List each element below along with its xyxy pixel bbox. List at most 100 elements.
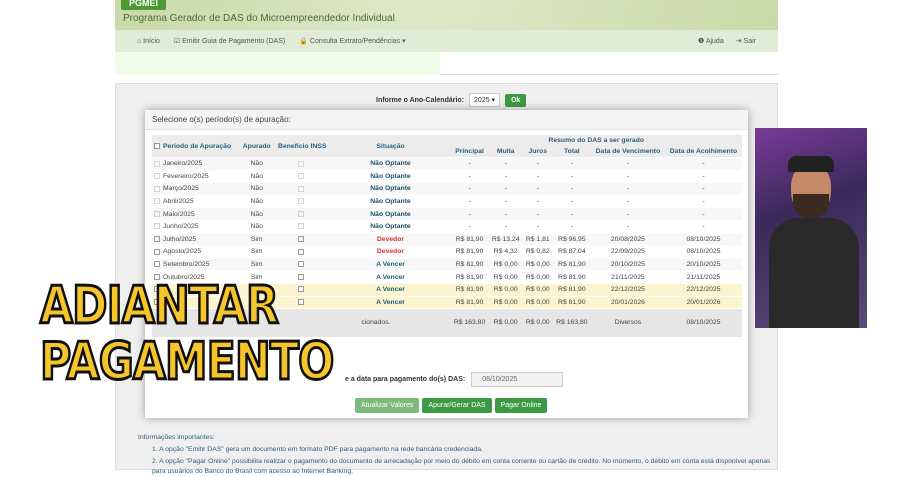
total-cell: R$ 96,95 [552, 232, 591, 246]
beneficio-cell [273, 169, 331, 183]
situacao-cell: Não Optante [330, 194, 451, 208]
pagar-online-button[interactable]: Pagar Online [494, 398, 548, 413]
principal-cell: - [450, 219, 489, 234]
acolhimento-cell: 08/10/2025 [664, 232, 742, 246]
beneficio-checkbox [297, 160, 304, 167]
vencimento-cell: 22/09/2025 [590, 245, 665, 259]
total-vencimento: Diversos [590, 308, 665, 337]
year-select[interactable]: 2025 ▾ [469, 93, 501, 107]
juros-cell: - [522, 182, 553, 196]
col-principal: Principal [450, 146, 489, 158]
apurar-gerar-das-button[interactable]: Apurar/Gerar DAS [422, 398, 492, 413]
app-header: PGMEI Programa Gerador de DAS do Microem… [115, 0, 778, 30]
acolhimento-cell: - [664, 194, 742, 208]
col-vencimento: Data de Vencimento [590, 146, 665, 158]
beneficio-checkbox[interactable] [297, 236, 304, 243]
col-periodo: Período de Apuração [152, 135, 240, 158]
total-cell: R$ 81,90 [552, 282, 591, 297]
beneficio-checkbox [297, 173, 304, 180]
period-checkbox[interactable] [154, 248, 160, 255]
app-title: Programa Gerador de DAS do Microempreend… [123, 13, 395, 24]
beneficio-cell [273, 207, 331, 221]
atualizar-valores-button[interactable]: Atualizar Valores [355, 398, 420, 413]
period-checkbox[interactable] [154, 261, 160, 268]
webcam-presenter-image [755, 128, 867, 328]
total-cell: R$ 81,90 [552, 295, 591, 309]
acolhimento-cell: - [664, 157, 742, 171]
situacao-cell: A Vencer [330, 295, 451, 309]
payment-date-label: e a data para pagamento do(s) DAS: [345, 376, 466, 383]
situacao-cell: A Vencer [330, 282, 451, 297]
col-acolhimento: Data de Acolhimento [664, 146, 742, 158]
acolhimento-cell: - [664, 182, 742, 196]
situacao-cell: Não Optante [330, 169, 451, 183]
period-checkbox [154, 185, 160, 192]
vencimento-cell: 22/12/2025 [590, 282, 665, 297]
multa-cell: R$ 13,24 [488, 232, 523, 246]
acolhimento-cell: 08/10/2025 [664, 245, 742, 259]
year-label: Informe o Ano-Calendário: [376, 96, 465, 104]
col-juros: Juros [522, 146, 553, 158]
ok-button[interactable]: Ok [505, 93, 527, 107]
period-checkbox[interactable] [154, 236, 160, 243]
info-item: 2. A opção "Pagar Online" possibilita re… [152, 458, 771, 475]
total-cell: R$ 81,90 [552, 257, 591, 271]
multa-cell: R$ 0,00 [488, 257, 523, 271]
total-cell: - [552, 157, 591, 171]
period-checkbox [154, 160, 160, 167]
col-beneficio: Benefício INSS [273, 135, 331, 158]
principal-cell: - [450, 182, 489, 196]
vencimento-cell: 21/11/2025 [590, 270, 665, 284]
situacao-cell: Devedor [330, 245, 451, 259]
info-section: Informações importantes: 1. A opção "Emi… [138, 432, 777, 477]
principal-cell: R$ 81,90 [450, 270, 489, 284]
situacao-cell: Não Optante [330, 182, 451, 196]
vencimento-cell: - [590, 169, 665, 183]
beneficio-cell [273, 194, 331, 208]
period-checkbox [154, 198, 160, 205]
nav-ajuda[interactable]: ❶ Ajuda [698, 37, 724, 45]
acolhimento-cell: - [664, 207, 742, 221]
period-cell: Fevereiro/2025 [152, 169, 240, 183]
nav-inicio[interactable]: ⌂ Início [137, 38, 160, 45]
payment-date-input[interactable]: 08/10/2025 [471, 372, 564, 387]
period-cell: Agosto/2025 [152, 245, 240, 259]
total-cell: - [552, 182, 591, 196]
year-selector-row: Informe o Ano-Calendário: 2025 ▾ Ok [376, 93, 527, 107]
select-all-checkbox[interactable] [154, 142, 160, 149]
acolhimento-cell: - [664, 219, 742, 234]
col-apurado: Apurado [239, 135, 274, 158]
nav-consulta[interactable]: 🔒 Consulta Extrato/Pendências ▾ [299, 37, 405, 45]
action-buttons: Atualizar Valores Apurar/Gerar DAS Pagar… [355, 398, 548, 413]
multa-cell: R$ 0,00 [488, 295, 523, 309]
total-cell: - [552, 219, 591, 234]
table-row: Junho/2025 Não Não Optante - - - - - - [152, 219, 742, 234]
beneficio-checkbox[interactable] [297, 248, 304, 255]
beneficio-cell [273, 157, 331, 171]
beneficio-cell [273, 232, 331, 246]
apurado-cell: Sim [239, 257, 274, 271]
period-cell: Setembro/2025 [152, 257, 240, 271]
thumbnail-overlay-text: ADIANTAR PAGAMENTO [39, 277, 336, 392]
period-checkbox [154, 173, 160, 180]
beneficio-checkbox[interactable] [297, 261, 304, 268]
principal-cell: - [450, 157, 489, 171]
vencimento-cell: - [590, 194, 665, 208]
apurado-cell: Não [239, 157, 274, 171]
acolhimento-cell: 22/12/2025 [664, 282, 742, 297]
apurado-cell: Não [239, 169, 274, 183]
vencimento-cell: - [590, 157, 665, 171]
message-area-right [440, 52, 778, 75]
total-total: R$ 163,80 [552, 308, 591, 337]
nav-emitir-das[interactable]: ☑ Emitir Guia de Pagamento (DAS) [174, 37, 285, 45]
total-cell: R$ 87,04 [552, 245, 591, 259]
apurado-cell: Não [239, 182, 274, 196]
acolhimento-cell: - [664, 169, 742, 183]
period-checkbox [154, 210, 160, 217]
beneficio-checkbox [297, 198, 304, 205]
period-cell: Abril/2025 [152, 194, 240, 208]
col-multa: Multa [488, 146, 523, 158]
modal-title: Selecione o(s) período(s) de apuração: [145, 110, 748, 130]
multa-cell: R$ 0,00 [488, 270, 523, 284]
nav-sair[interactable]: ⇥ Sair [736, 37, 756, 45]
